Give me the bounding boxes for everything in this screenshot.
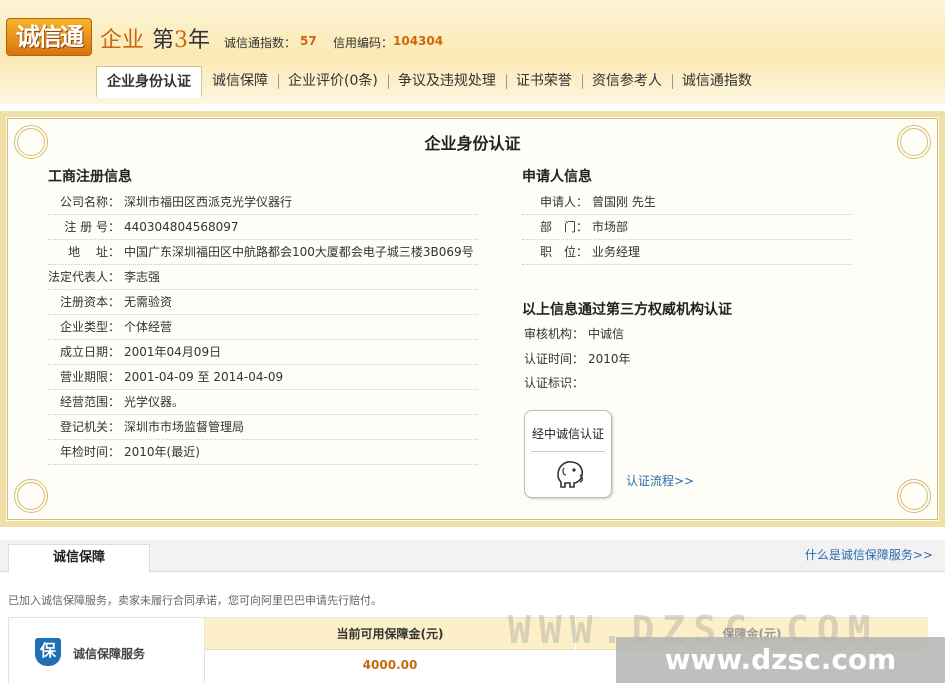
credit-code-value: 104304 bbox=[393, 34, 444, 48]
business-row-address: 地 址： 中国广东深圳福田区中航路都会100大厦都会电子城三楼3B069号 bbox=[48, 240, 478, 265]
business-row-regno: 注 册 号： 440304804568097 bbox=[48, 215, 478, 240]
row-key: 登记机关： bbox=[59, 420, 120, 434]
membership-year: 第3年 bbox=[152, 22, 210, 54]
corner-ornament-icon bbox=[895, 477, 935, 517]
row-key: 申请人： bbox=[539, 195, 588, 209]
row-value: 市场部 bbox=[592, 220, 629, 234]
row-key: 部 门： bbox=[539, 220, 588, 234]
credit-code-label: 信用编码： bbox=[333, 36, 394, 50]
certificate-title: 企业身份认证 bbox=[424, 134, 521, 153]
row-key: 经营范围： bbox=[59, 395, 120, 409]
header-bar: 诚信通 企业 第3年 诚信通指数： 57 信用编码： 104304 企业身份认证… bbox=[0, 0, 945, 104]
business-row-authority: 登记机关： 深圳市市场监督管理局 bbox=[48, 415, 478, 440]
business-info-title: 工商注册信息 bbox=[48, 169, 132, 185]
row-value: 李志强 bbox=[124, 270, 161, 284]
applicant-info-title: 申请人信息 bbox=[522, 169, 592, 185]
chengxintong-logo[interactable]: 诚信通 bbox=[6, 18, 92, 56]
row-key: 认证标识： bbox=[523, 376, 584, 390]
row-key: 成立日期： bbox=[59, 345, 120, 359]
verification-title: 以上信息通过第三方权威机构认证 bbox=[522, 302, 732, 318]
profile-tabs: 企业身份认证 诚信保障 企业评价(0条) 争议及违规处理 证书荣誉 资信参考人 … bbox=[96, 66, 762, 98]
business-row-type: 企业类型： 个体经营 bbox=[48, 315, 478, 340]
corner-ornament-icon bbox=[10, 477, 50, 517]
certification-flow-link[interactable]: 认证流程>> bbox=[626, 472, 694, 489]
business-row-scope: 经营范围： 光学仪器。 bbox=[48, 390, 478, 415]
row-key: 公司名称： bbox=[59, 195, 120, 209]
row-value: 业务经理 bbox=[592, 245, 641, 259]
row-key: 年检时间： bbox=[59, 445, 120, 459]
business-row-name: 公司名称： 深圳市福田区西派克光学仪器行 bbox=[48, 190, 478, 215]
corp-label: 企业 bbox=[100, 28, 145, 53]
row-value: 深圳市市场监督管理局 bbox=[124, 420, 245, 434]
row-value: 440304804568097 bbox=[124, 220, 239, 234]
row-value: 2001-04-09 至 2014-04-09 bbox=[124, 370, 284, 384]
tab-disputes[interactable]: 争议及违规处理 bbox=[387, 66, 506, 98]
business-row-founded: 成立日期： 2001年04月09日 bbox=[48, 340, 478, 365]
applicant-row-name: 申请人： 曾国刚 先生 bbox=[522, 190, 852, 215]
row-value: 无需验资 bbox=[124, 295, 173, 309]
guarantee-service-label: 诚信保障服务 bbox=[73, 647, 146, 661]
guarantee-help-link[interactable]: 什么是诚信保障服务>> bbox=[805, 546, 933, 563]
row-value: 光学仪器。 bbox=[124, 395, 185, 409]
year-suffix: 年 bbox=[188, 28, 211, 53]
year-prefix: 第 bbox=[152, 28, 175, 53]
guarantee-note: 已加入诚信保障服务，卖家未履行合同承诺，您可向阿里巴巴申请先行赔付。 bbox=[8, 594, 382, 607]
row-value: 2010年 bbox=[588, 352, 631, 366]
elephant-logo-icon bbox=[557, 461, 583, 488]
year-number: 3 bbox=[174, 28, 189, 53]
tab-references[interactable]: 资信参考人 bbox=[581, 66, 672, 98]
tab-certificates[interactable]: 证书荣誉 bbox=[505, 66, 582, 98]
tab-reviews[interactable]: 企业评价(0条) bbox=[278, 66, 388, 98]
seal-text: 经中诚信认证 bbox=[531, 427, 604, 441]
row-value: 中诚信 bbox=[588, 327, 625, 341]
row-key: 注 册 号： bbox=[64, 220, 120, 234]
business-row-annual-check: 年检时间： 2010年(最近) bbox=[48, 440, 478, 465]
applicant-row-department: 部 门： 市场部 bbox=[522, 215, 852, 240]
verify-row-mark: 认证标识： bbox=[522, 371, 852, 396]
row-value: 中国广东深圳福田区中航路都会100大厦都会电子城三楼3B069号 bbox=[124, 245, 474, 259]
verify-row-time: 认证时间： 2010年 bbox=[522, 347, 852, 372]
row-value: 2001年04月09日 bbox=[124, 345, 222, 359]
shield-bao-icon: 保 bbox=[35, 638, 61, 666]
row-key: 认证时间： bbox=[523, 352, 584, 366]
row-key: 法定代表人： bbox=[48, 270, 121, 284]
tab-guarantee-section[interactable]: 诚信保障 bbox=[8, 544, 150, 573]
row-key: 审核机构： bbox=[523, 327, 584, 341]
row-value: 曾国刚 先生 bbox=[592, 195, 656, 209]
deposit-value: 4000.00 bbox=[362, 658, 418, 672]
row-value: 2010年(最近) bbox=[124, 445, 200, 459]
guarantee-service-cell: 保 诚信保障服务 bbox=[9, 618, 205, 683]
applicant-row-position: 职 位： 业务经理 bbox=[522, 240, 852, 265]
tab-guarantee[interactable]: 诚信保障 bbox=[202, 66, 278, 98]
row-key: 企业类型： bbox=[59, 320, 120, 334]
certification-seal[interactable]: 经中诚信认证 bbox=[524, 410, 612, 498]
tab-identity[interactable]: 企业身份认证 bbox=[96, 66, 202, 98]
row-key: 注册资本： bbox=[59, 295, 120, 309]
row-key: 营业期限： bbox=[59, 370, 120, 384]
seal-divider bbox=[531, 451, 605, 452]
row-value: 深圳市福田区西派克光学仪器行 bbox=[124, 195, 293, 209]
business-row-capital: 注册资本： 无需验资 bbox=[48, 290, 478, 315]
row-value: 个体经营 bbox=[124, 320, 173, 334]
tab-index[interactable]: 诚信通指数 bbox=[671, 66, 762, 98]
business-row-term: 营业期限： 2001-04-09 至 2014-04-09 bbox=[48, 365, 478, 390]
index-value: 57 bbox=[300, 34, 317, 48]
row-key: 地 址： bbox=[68, 245, 120, 259]
verify-row-agency: 审核机构： 中诚信 bbox=[522, 322, 852, 347]
index-label: 诚信通指数： bbox=[224, 36, 297, 50]
watermark-box: www.dzsc.com bbox=[616, 637, 945, 683]
row-key: 职 位： bbox=[539, 245, 588, 259]
row-value bbox=[584, 376, 588, 390]
business-row-legal-rep: 法定代表人： 李志强 bbox=[48, 265, 478, 290]
